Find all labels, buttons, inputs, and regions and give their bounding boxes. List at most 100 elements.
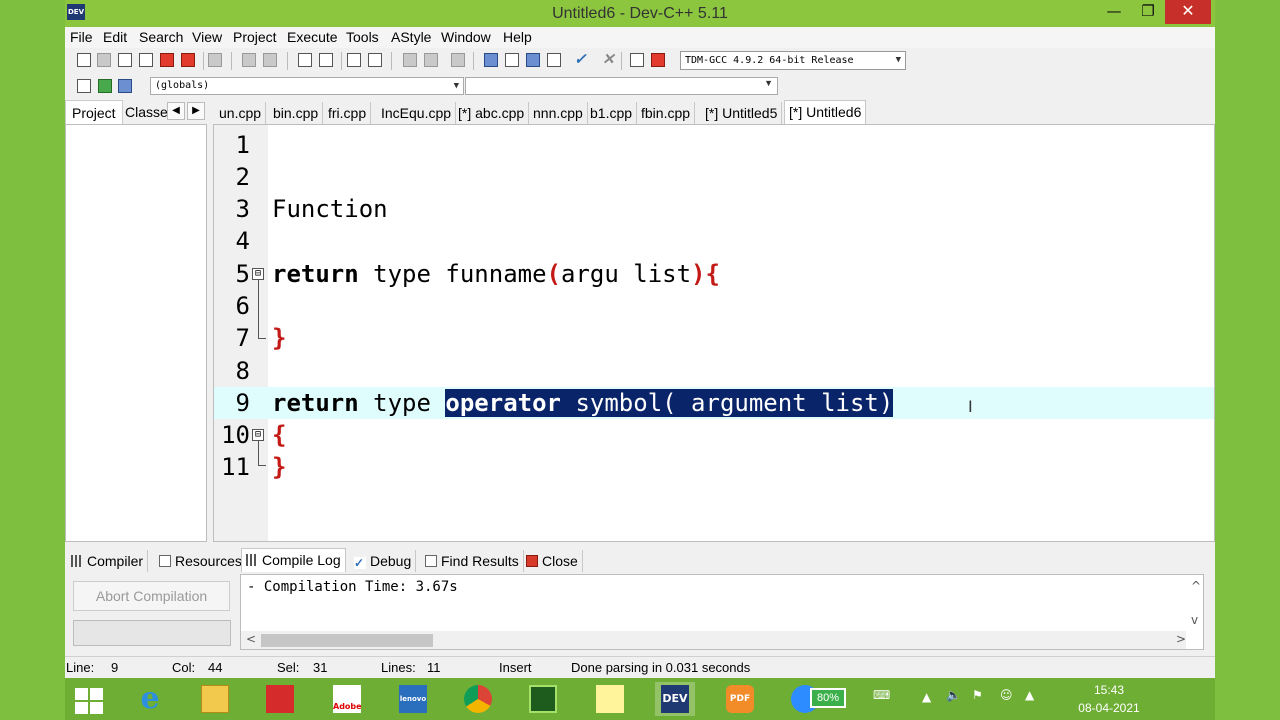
tab-fbin-cpp[interactable]: fbin.cpp: [637, 102, 696, 124]
tab-project[interactable]: Project: [65, 100, 123, 124]
minimize-button[interactable]: —: [1097, 0, 1131, 24]
debug-icon[interactable]: [650, 52, 666, 68]
scroll-up-icon[interactable]: ^: [1191, 579, 1201, 593]
project-tree[interactable]: [65, 124, 207, 542]
print-icon[interactable]: [207, 52, 223, 68]
dev-cpp-taskbar-icon[interactable]: DEV: [655, 682, 695, 716]
redo-icon[interactable]: [262, 52, 278, 68]
keyboard-icon[interactable]: ⌨: [873, 688, 890, 702]
current-code-line[interactable]: 9 return type operator symbol( argument …: [214, 387, 1214, 419]
fold-toggle-icon[interactable]: ⊟: [252, 268, 264, 280]
file-explorer-icon[interactable]: [195, 682, 235, 716]
network-icon[interactable]: ⚑: [972, 688, 983, 702]
menu-search[interactable]: Search: [139, 29, 183, 45]
abort-compilation-button[interactable]: Abort Compilation: [73, 581, 230, 611]
save-all-icon[interactable]: [138, 52, 154, 68]
notification-app-icon[interactable]: ☺: [1000, 688, 1013, 702]
title-bar[interactable]: DEV Untitled6 - Dev-C++ 5.11 — ❐ ✕: [65, 0, 1215, 27]
horizontal-scrollbar[interactable]: < >: [241, 631, 1186, 649]
save-icon[interactable]: [117, 52, 133, 68]
menu-help[interactable]: Help: [503, 29, 532, 45]
code-line[interactable]: 5 ⊟ return type funname(argu list){: [214, 258, 1214, 290]
close-all-icon[interactable]: [180, 52, 196, 68]
tab-compile-log[interactable]: Compile Log: [241, 548, 346, 572]
code-line[interactable]: 7 }: [214, 322, 1214, 354]
close-window-button[interactable]: ✕: [1165, 0, 1211, 24]
compile-log-output[interactable]: - Compilation Time: 3.67s < > ^ v: [240, 574, 1204, 650]
code-line[interactable]: 1: [214, 129, 1214, 161]
tab-b1-cpp[interactable]: b1.cpp: [586, 102, 638, 124]
windows-start-icon[interactable]: [75, 688, 105, 716]
signal-strength-icon[interactable]: ▲: [1025, 688, 1034, 702]
compile-icon[interactable]: [525, 52, 541, 68]
goto-bookmark-icon[interactable]: [117, 78, 133, 94]
tab-un-cpp[interactable]: un.cpp: [215, 102, 267, 124]
function-select[interactable]: ▼: [465, 77, 778, 95]
code-line[interactable]: 6: [214, 290, 1214, 322]
toggle-bookmark-icon[interactable]: [97, 78, 113, 94]
code-line[interactable]: 8: [214, 355, 1214, 387]
internet-explorer-icon[interactable]: e: [130, 682, 170, 716]
goto-icon[interactable]: [450, 52, 466, 68]
code-line[interactable]: 2: [214, 161, 1214, 193]
tab-scroll-left-icon[interactable]: ◀: [167, 102, 185, 120]
scroll-right-icon[interactable]: >: [1176, 632, 1186, 646]
code-line[interactable]: 4: [214, 225, 1214, 257]
code-line[interactable]: 3 Function: [214, 193, 1214, 225]
menu-project[interactable]: Project: [233, 29, 277, 45]
compiler-select[interactable]: TDM-GCC 4.9.2 64-bit Release ▼: [680, 51, 906, 70]
project-options-icon[interactable]: [504, 52, 520, 68]
replace-icon[interactable]: [318, 52, 334, 68]
menu-edit[interactable]: Edit: [103, 29, 127, 45]
find-icon[interactable]: [297, 52, 313, 68]
console-app-icon[interactable]: [523, 682, 563, 716]
selected-text[interactable]: operator symbol( argument list): [445, 389, 894, 417]
scroll-down-icon[interactable]: v: [1191, 613, 1198, 627]
code-editor[interactable]: 1 2 3 Function 4 5 ⊟ return type funname…: [213, 124, 1215, 542]
tab-fri-cpp[interactable]: fri.cpp: [324, 102, 372, 124]
tab-incequ-cpp[interactable]: IncEqu.cpp: [377, 102, 457, 124]
code-line[interactable]: 10 ⊟ {: [214, 419, 1214, 451]
open-file-icon[interactable]: [96, 52, 112, 68]
forward-icon[interactable]: [423, 52, 439, 68]
fold-toggle-icon[interactable]: ⊟: [252, 429, 264, 441]
tab-compiler[interactable]: Compiler: [67, 550, 149, 572]
tab-untitled5[interactable]: [*] Untitled5: [701, 102, 783, 124]
tab-bin-cpp[interactable]: bin.cpp: [269, 102, 324, 124]
battery-indicator[interactable]: 80%: [810, 688, 846, 708]
undo-icon[interactable]: [241, 52, 257, 68]
run-icon[interactable]: [546, 52, 562, 68]
code-line[interactable]: 11 }: [214, 451, 1214, 483]
tab-nnn-cpp[interactable]: nnn.cpp: [529, 102, 588, 124]
chrome-icon[interactable]: [458, 682, 498, 716]
back-icon[interactable]: [402, 52, 418, 68]
tab-abc-cpp[interactable]: [*] abc.cpp: [454, 102, 530, 124]
menu-execute[interactable]: Execute: [287, 29, 338, 45]
adobe-icon[interactable]: Adobe: [327, 682, 367, 716]
speaker-icon[interactable]: 🔈: [946, 688, 961, 702]
scroll-left-icon[interactable]: <: [246, 632, 256, 646]
indent-icon[interactable]: [346, 52, 362, 68]
menu-astyle[interactable]: AStyle: [391, 29, 431, 45]
tab-scroll-right-icon[interactable]: ▶: [187, 102, 205, 120]
tab-untitled6[interactable]: [*] Untitled6: [784, 100, 867, 124]
new-file-icon[interactable]: [76, 52, 92, 68]
tab-find-results[interactable]: Find Results: [421, 550, 524, 572]
profile-chart-icon[interactable]: [629, 52, 645, 68]
scope-select[interactable]: (globals) ▼: [150, 77, 464, 95]
maximize-button[interactable]: ❐: [1131, 0, 1165, 24]
menu-window[interactable]: Window: [441, 29, 491, 45]
stop-icon[interactable]: ✕: [601, 52, 617, 68]
menu-file[interactable]: File: [70, 29, 93, 45]
check-syntax-icon[interactable]: ✓: [573, 52, 589, 68]
menu-view[interactable]: View: [192, 29, 222, 45]
scrollbar-thumb[interactable]: [261, 634, 433, 647]
tab-resources[interactable]: Resources: [155, 550, 247, 572]
lenovo-icon[interactable]: lenovo: [393, 682, 433, 716]
pdf-app-icon[interactable]: PDF: [720, 682, 760, 716]
tray-expand-icon[interactable]: ▲: [922, 690, 931, 704]
new-project-icon[interactable]: [483, 52, 499, 68]
3d-app-icon[interactable]: [260, 682, 300, 716]
unindent-icon[interactable]: [367, 52, 383, 68]
sticky-notes-icon[interactable]: [590, 682, 630, 716]
